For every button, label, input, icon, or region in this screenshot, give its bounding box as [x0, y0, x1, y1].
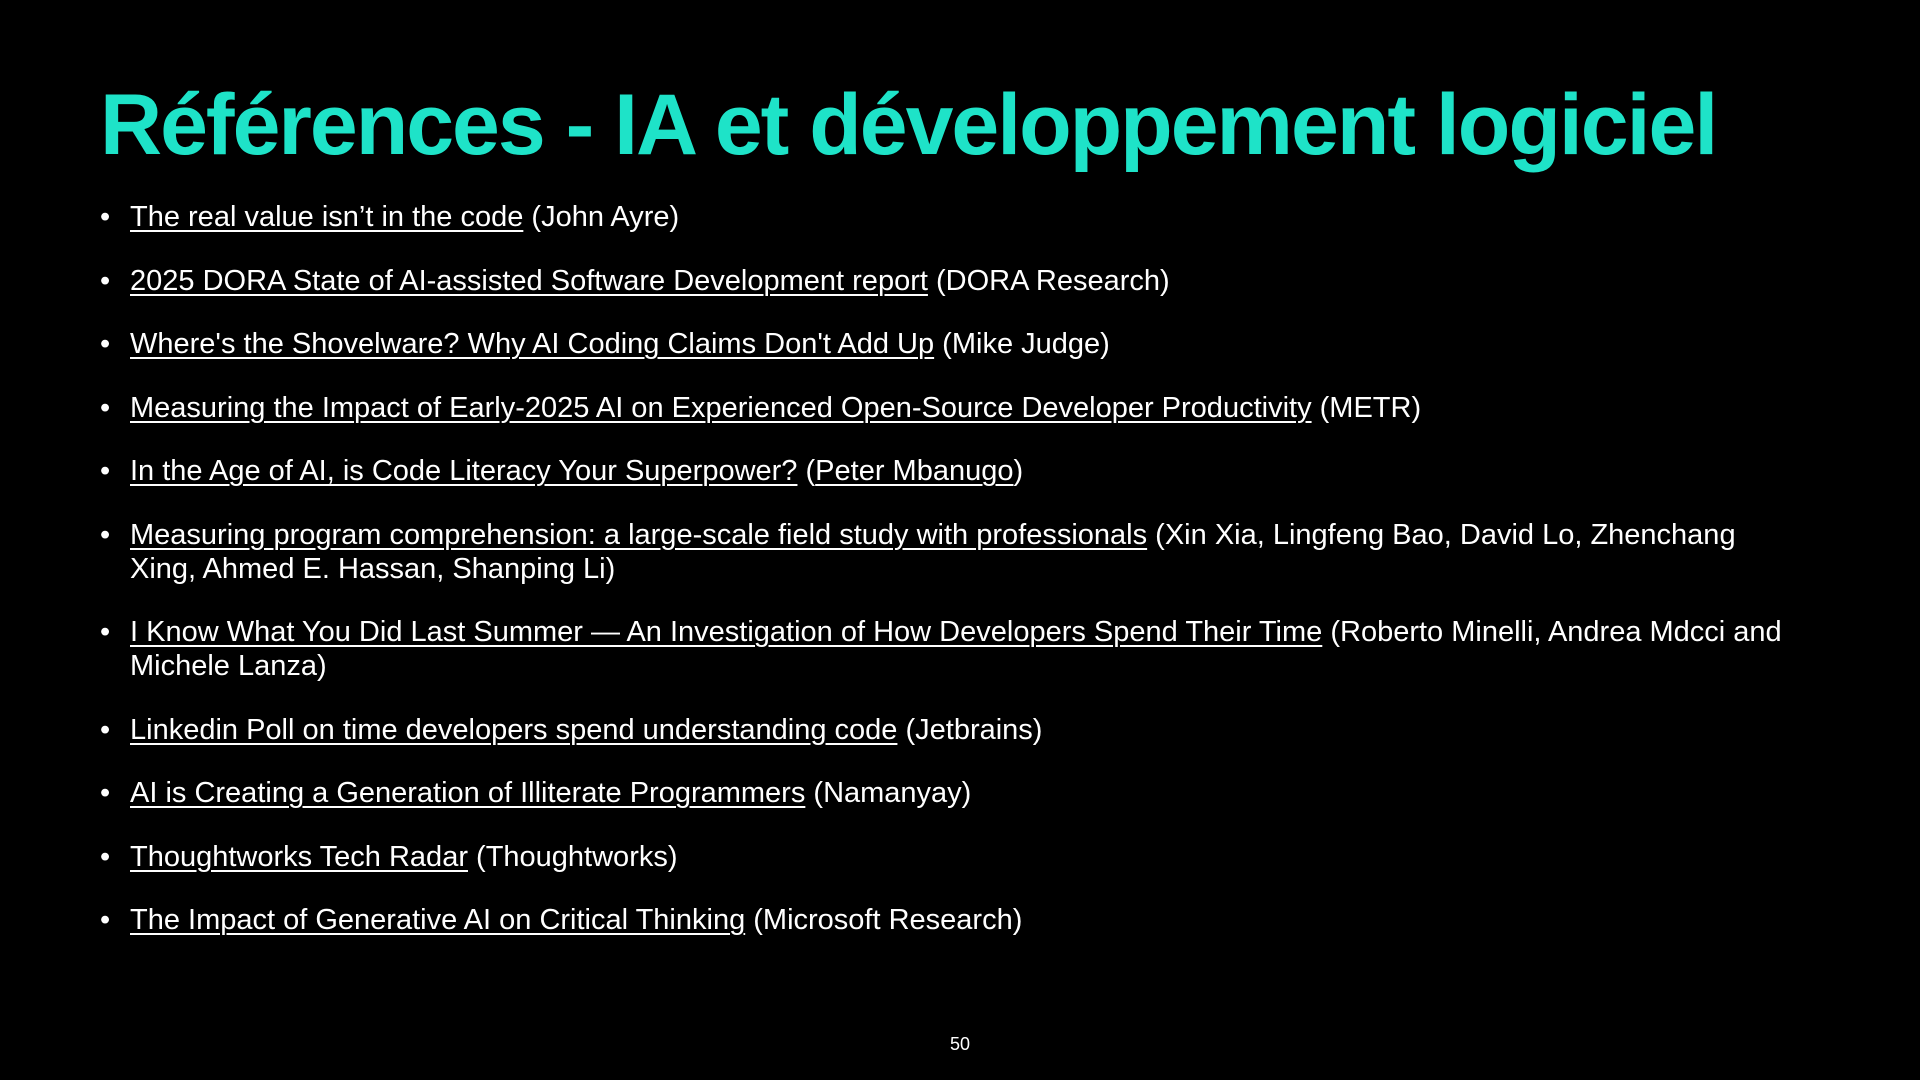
reference-link[interactable]: AI is Creating a Generation of Illiterat…: [130, 777, 805, 809]
reference-author: Jetbrains): [915, 713, 1043, 746]
reference-author: Namanyay): [823, 777, 972, 809]
reference-author: METR): [1329, 391, 1422, 424]
reference-author: Thoughtworks): [485, 840, 678, 873]
list-item: • The real value isn’t in the code (John…: [100, 200, 1800, 234]
bullet-icon: •: [100, 518, 111, 551]
list-item: • AI is Creating a Generation of Illiter…: [100, 776, 1800, 810]
author-link[interactable]: Peter Mbanugo: [815, 455, 1013, 487]
reference-author: John Ayre): [541, 201, 680, 233]
reference-link[interactable]: Where's the Shovelware? Why AI Coding Cl…: [130, 328, 934, 360]
reference-link[interactable]: Thoughtworks Tech Radar: [130, 841, 468, 873]
bullet-icon: •: [100, 328, 111, 360]
reference-link[interactable]: I Know What You Did Last Summer — An Inv…: [130, 616, 1322, 648]
reference-paren: (: [745, 904, 763, 936]
reference-link[interactable]: Linkedin Poll on time developers spend u…: [130, 714, 897, 746]
bullet-icon: •: [100, 201, 111, 233]
reference-paren: (: [934, 328, 952, 360]
bullet-icon: •: [100, 616, 111, 648]
slide-title: Références - IA et développement logicie…: [100, 77, 1718, 173]
reference-paren: (: [1322, 616, 1341, 648]
bullet-icon: •: [100, 777, 111, 809]
reference-link[interactable]: 2025 DORA State of AI-assisted Software …: [130, 265, 928, 297]
reference-author: Microsoft Research): [762, 904, 1023, 936]
reference-author: ): [1013, 455, 1024, 487]
list-item: • I Know What You Did Last Summer — An I…: [100, 615, 1800, 683]
list-item: • The Impact of Generative AI on Critica…: [100, 903, 1800, 937]
list-item: • Linkedin Poll on time developers spend…: [100, 713, 1800, 747]
reference-link[interactable]: Measuring the Impact of Early-2025 AI on…: [130, 392, 1312, 424]
reference-list: • The real value isn’t in the code (John…: [100, 200, 1800, 967]
reference-paren: (: [1147, 518, 1165, 551]
list-item: • Measuring program comprehension: a lar…: [100, 518, 1800, 586]
reference-paren: (: [927, 264, 946, 297]
reference-link[interactable]: The Impact of Generative AI on Critical …: [130, 904, 745, 936]
page-number: 50: [949, 1034, 971, 1054]
reference-paren: (: [797, 455, 816, 487]
slide: Références - IA et développement logicie…: [0, 0, 1920, 1080]
list-item: • In the Age of AI, is Code Literacy You…: [100, 454, 1800, 488]
bullet-icon: •: [100, 840, 111, 873]
reference-paren: (: [805, 777, 824, 809]
reference-author: DORA Research): [945, 264, 1170, 297]
reference-paren: (: [1311, 391, 1330, 424]
reference-paren: (: [467, 840, 486, 873]
bullet-icon: •: [100, 713, 111, 746]
list-item: • Measuring the Impact of Early-2025 AI …: [100, 391, 1800, 425]
bullet-icon: •: [100, 264, 111, 297]
reference-paren: (: [523, 201, 542, 233]
reference-link[interactable]: Measuring program comprehension: a large…: [130, 519, 1147, 551]
reference-author: Mike Judge): [951, 328, 1110, 360]
bullet-icon: •: [100, 455, 111, 487]
list-item: • Thoughtworks Tech Radar (Thoughtworks): [100, 840, 1800, 874]
bullet-icon: •: [100, 391, 111, 424]
reference-paren: (: [897, 713, 916, 746]
list-item: • 2025 DORA State of AI-assisted Softwar…: [100, 264, 1800, 298]
list-item: • Where's the Shovelware? Why AI Coding …: [100, 327, 1800, 361]
reference-link[interactable]: In the Age of AI, is Code Literacy Your …: [130, 455, 797, 487]
reference-link[interactable]: The real value isn’t in the code: [130, 201, 523, 233]
bullet-icon: •: [100, 904, 111, 936]
